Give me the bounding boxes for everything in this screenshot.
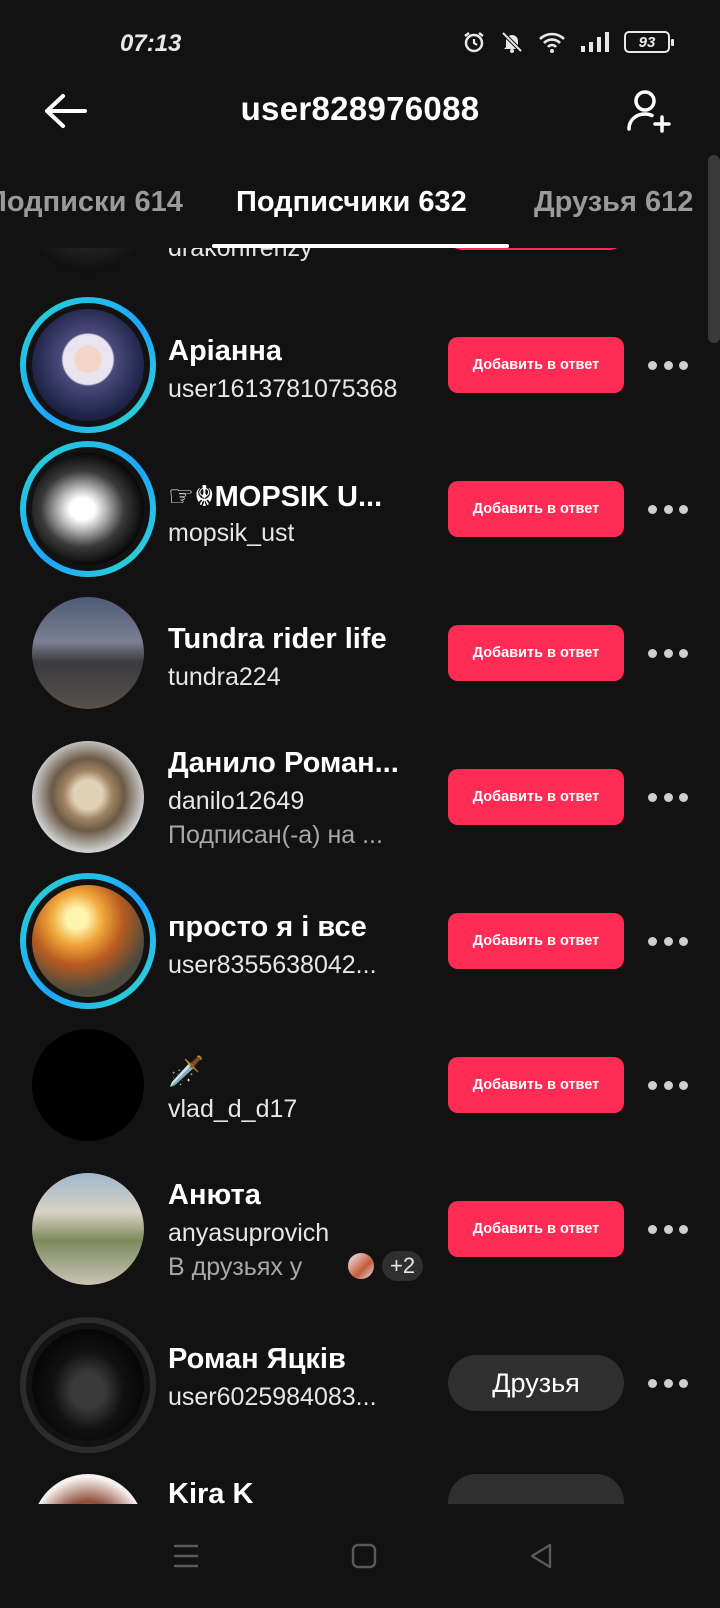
- list-item[interactable]: Аріанна user1613781075368 Добавить в отв…: [0, 293, 720, 437]
- avatar[interactable]: [20, 1017, 156, 1153]
- user-handle: tundra224: [168, 663, 281, 691]
- list-item[interactable]: ☞☬MOPSIK U... mopsik_ust Добавить в отве…: [0, 437, 720, 581]
- more-options-button[interactable]: [648, 1219, 688, 1239]
- battery-icon: 93: [624, 31, 674, 53]
- user-handle: anyasuprovich: [168, 1219, 330, 1247]
- user-handle: danilo12649: [168, 787, 305, 815]
- user-handle: mopsik_ust: [168, 519, 295, 547]
- add-user-button[interactable]: [622, 84, 676, 138]
- more-options-button[interactable]: [648, 499, 688, 519]
- user-handle: drakonfrenzy: [168, 248, 313, 262]
- avatar[interactable]: [20, 297, 156, 433]
- avatar[interactable]: [20, 1161, 156, 1297]
- list-item[interactable]: drakonfrenzy: [0, 248, 720, 292]
- list-item[interactable]: Данило Роман... danilo12649 Подписан(-а)…: [0, 725, 720, 869]
- user-handle: user8355638042...: [168, 951, 377, 979]
- more-options-button[interactable]: [648, 643, 688, 663]
- add-back-button[interactable]: Добавить в ответ: [448, 337, 624, 393]
- avatar[interactable]: [20, 1317, 156, 1453]
- signal-icon: [580, 31, 610, 53]
- add-back-button[interactable]: Добавить в ответ: [448, 1057, 624, 1113]
- avatar[interactable]: [20, 441, 156, 577]
- list-item[interactable]: Роман Яцків user6025984083... Друзья: [0, 1313, 720, 1457]
- alarm-icon: [462, 30, 486, 54]
- tab-friends[interactable]: Друзья 612: [534, 186, 693, 219]
- tab-bar: Подписки 614 Подписчики 632 Друзья 612: [0, 178, 720, 248]
- user-name: Роман Яцків: [168, 1343, 346, 1375]
- header: user828976088: [0, 80, 720, 160]
- user-subline: В друзьях у: [168, 1253, 303, 1281]
- more-options-button[interactable]: [648, 355, 688, 375]
- list-item[interactable]: Kira K: [0, 1458, 720, 1504]
- home-button[interactable]: [344, 1536, 384, 1576]
- more-options-button[interactable]: [648, 931, 688, 951]
- avatar[interactable]: [20, 248, 156, 288]
- more-options-button[interactable]: [648, 1373, 688, 1393]
- wifi-icon: [538, 30, 566, 54]
- page-title: user828976088: [240, 90, 480, 127]
- followers-list[interactable]: drakonfrenzy Аріанна user1613781075368 Д…: [0, 248, 720, 1504]
- add-back-button[interactable]: Добавить в ответ: [448, 769, 624, 825]
- list-item[interactable]: Анюта anyasuprovich В друзьях у +2 Добав…: [0, 1157, 720, 1301]
- back-triangle-icon: [530, 1543, 552, 1569]
- list-item[interactable]: просто я і все user8355638042... Добавит…: [0, 869, 720, 1013]
- avatar[interactable]: [20, 585, 156, 721]
- system-nav-bar: [0, 1504, 720, 1608]
- menu-icon: [174, 1544, 198, 1568]
- status-time: 07:13: [120, 30, 182, 57]
- user-name: Данило Роман...: [168, 747, 399, 779]
- tab-followers[interactable]: Подписчики 632: [236, 186, 467, 219]
- add-user-icon: [627, 90, 671, 133]
- user-name: 🗡️: [168, 1056, 205, 1088]
- add-back-button[interactable]: Добавить в ответ: [448, 481, 624, 537]
- status-bar: 07:13 93: [0, 0, 720, 90]
- status-icons: 93: [462, 30, 674, 54]
- user-name: ☞☬MOPSIK U...: [168, 481, 383, 513]
- user-name: просто я і все: [168, 911, 367, 943]
- add-back-button[interactable]: Добавить в ответ: [448, 913, 624, 969]
- friends-button[interactable]: Друзья: [448, 1355, 624, 1411]
- mute-icon: [500, 30, 524, 54]
- user-name: Tundra rider life: [168, 623, 387, 655]
- user-name: Kira K: [168, 1478, 254, 1504]
- user-name: Аріанна: [168, 335, 283, 367]
- add-back-button[interactable]: Добавить в ответ: [448, 1201, 624, 1257]
- list-item[interactable]: 🗡️ vlad_d_d17 Добавить в ответ: [0, 1013, 720, 1157]
- more-options-button[interactable]: [648, 1075, 688, 1095]
- user-handle: vlad_d_d17: [168, 1095, 298, 1123]
- user-name: Анюта: [168, 1179, 261, 1211]
- more-options-button[interactable]: [648, 787, 688, 807]
- user-handle: user6025984083...: [168, 1383, 377, 1411]
- home-square-icon: [351, 1543, 377, 1569]
- back-nav-button[interactable]: [522, 1536, 562, 1576]
- tab-following[interactable]: Подписки 614: [0, 186, 183, 219]
- menu-button[interactable]: [166, 1536, 206, 1576]
- user-handle: user1613781075368: [168, 375, 398, 403]
- friends-button[interactable]: [448, 1474, 624, 1504]
- avatar[interactable]: [20, 873, 156, 1009]
- mutual-friends[interactable]: +2: [346, 1249, 424, 1283]
- list-item[interactable]: Tundra rider life tundra224 Добавить в о…: [0, 581, 720, 725]
- avatar[interactable]: [20, 729, 156, 865]
- avatar[interactable]: [20, 1462, 156, 1504]
- scrollbar[interactable]: [708, 155, 720, 343]
- mutual-avatar: [346, 1251, 376, 1281]
- user-subline: Подписан(-а) на ...: [168, 821, 383, 849]
- add-back-button[interactable]: Добавить в ответ: [448, 625, 624, 681]
- add-back-button[interactable]: [448, 248, 624, 250]
- mutual-count: +2: [382, 1251, 424, 1281]
